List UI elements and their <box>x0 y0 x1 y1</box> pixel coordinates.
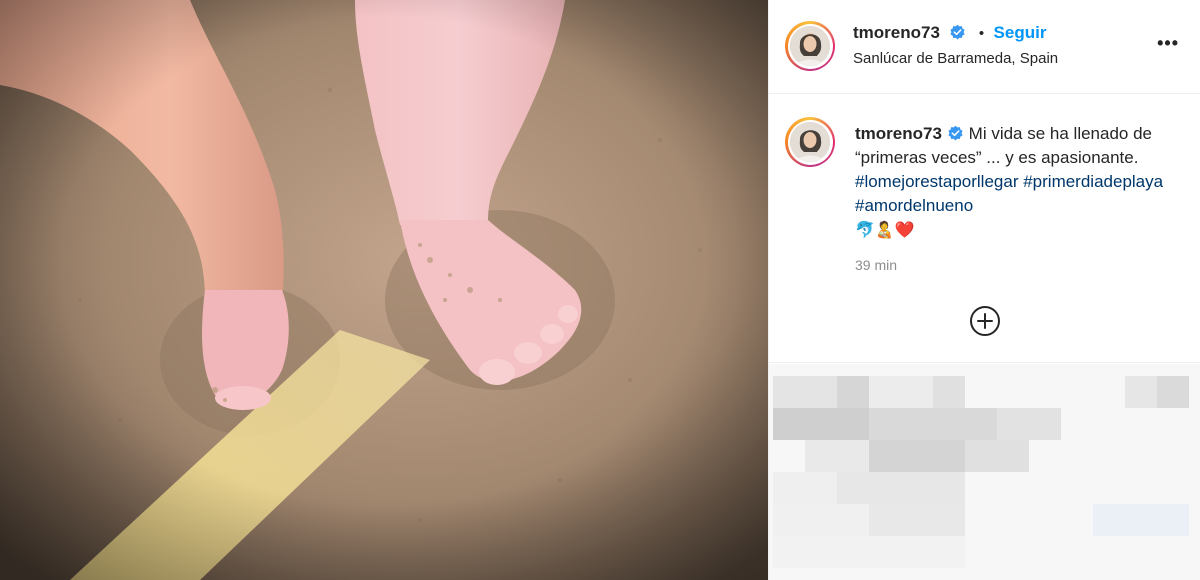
hashtag-link[interactable]: #amordelnueno <box>855 196 973 215</box>
post-caption: tmoreno73 Mi vida se ha llenado de “prim… <box>855 122 1175 242</box>
separator-dot: • <box>978 25 985 42</box>
caption-author-avatar[interactable] <box>785 117 835 167</box>
baby-feet-in-sand-image <box>0 0 768 580</box>
caption-section: tmoreno73 Mi vida se ha llenado de “prim… <box>769 95 1200 363</box>
caption-emojis: 🐬🧑‍🍼❤️ <box>855 220 915 239</box>
avatar-photo-icon <box>790 26 830 66</box>
more-options-icon[interactable]: ••• <box>1157 33 1179 53</box>
add-circle-icon[interactable] <box>969 305 1001 337</box>
avatar-photo-icon <box>790 122 830 162</box>
author-avatar[interactable] <box>785 21 835 71</box>
verified-badge-icon <box>948 125 963 141</box>
blurred-comments-area <box>769 364 1200 580</box>
post-photo[interactable] <box>0 0 768 580</box>
verified-badge-icon <box>950 24 965 40</box>
hashtag-link[interactable]: #primerdiadeplaya <box>1023 172 1163 191</box>
post-location[interactable]: Sanlúcar de Barrameda, Spain <box>853 50 1058 67</box>
follow-button[interactable]: Seguir <box>994 23 1047 42</box>
hashtag-link[interactable]: #lomejorestaporllegar <box>855 172 1018 191</box>
post-side-panel: tmoreno73 • Seguir Sanlúcar de Barrameda… <box>768 0 1200 580</box>
author-username[interactable]: tmoreno73 <box>853 23 940 42</box>
post-header: tmoreno73 • Seguir Sanlúcar de Barrameda… <box>769 0 1200 94</box>
caption-username[interactable]: tmoreno73 <box>855 124 942 143</box>
header-title-line: tmoreno73 • Seguir <box>853 23 1046 43</box>
post-timestamp[interactable]: 39 min <box>855 257 897 273</box>
